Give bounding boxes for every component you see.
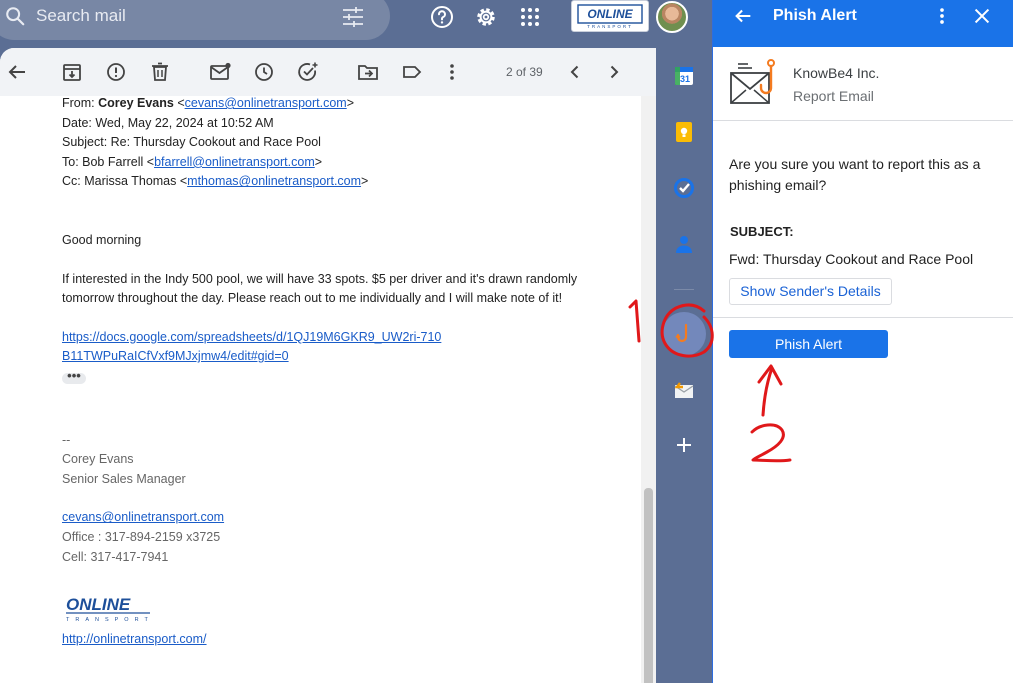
signature-office: Office : 317-894-2159 x3725 <box>62 529 221 544</box>
label-icon[interactable] <box>400 60 424 84</box>
archive-icon[interactable] <box>60 60 84 84</box>
scrollbar-thumb[interactable] <box>644 488 653 683</box>
chevron-left-icon[interactable] <box>563 60 587 84</box>
signature-email-link[interactable]: cevans@onlinetransport.com <box>62 510 224 524</box>
tune-icon[interactable] <box>342 7 364 27</box>
signature-url-wrapper: http://onlinetransport.com/ <box>62 630 622 650</box>
header-to: To: Bob Farrell <bfarrell@onlinetranspor… <box>62 153 622 173</box>
cc-bracket-close: > <box>361 174 369 189</box>
vendor-name: KnowBe4 Inc. <box>793 65 880 81</box>
mail-addon-icon[interactable] <box>672 378 696 402</box>
help-icon[interactable] <box>430 5 454 29</box>
search-bar[interactable]: Search mail <box>0 0 390 40</box>
contacts-icon[interactable] <box>672 232 696 256</box>
tasks-icon[interactable] <box>672 176 696 200</box>
apps-grid-icon[interactable] <box>518 5 542 29</box>
online-transport-logo-image: ONLINE TRANSPORT <box>577 4 643 29</box>
close-icon[interactable] <box>971 5 993 27</box>
from-email-link[interactable]: cevans@onlinetransport.com <box>185 96 347 110</box>
greeting: Good morning <box>62 232 142 247</box>
signature-title: Senior Sales Manager <box>62 471 186 486</box>
from-prefix: From: <box>62 96 99 110</box>
arrow-back-icon[interactable] <box>732 5 754 27</box>
show-trimmed-content-button[interactable]: ••• <box>62 369 86 384</box>
phish-panel-header: Phish Alert <box>713 0 1013 47</box>
email-view: 2 of 39 From: Corey Evans <cevans@online… <box>0 48 656 683</box>
signature-logo-wordmark: ONLINE <box>66 595 131 614</box>
vendor-info: KnowBe4 Inc. Report Email <box>713 48 1013 121</box>
subject-value: Fwd: Thursday Cookout and Race Pool <box>729 251 974 267</box>
signature-logo-image: ONLINE TRANSPORT <box>66 595 154 623</box>
logo-tagline: TRANSPORT <box>587 24 633 29</box>
to-prefix: To: Bob Farrell < <box>62 154 155 169</box>
signature-logo-tagline: TRANSPORT <box>66 617 154 623</box>
add-task-icon[interactable] <box>296 60 320 84</box>
from-name: Corey Evans <box>98 96 174 110</box>
from-bracket-close: > <box>346 96 355 110</box>
signature-email-wrapper: cevans@onlinetransport.com <box>62 508 622 528</box>
header-date: Date: Wed, May 22, 2024 at 10:52 AM <box>62 115 274 130</box>
rail-divider <box>674 289 694 290</box>
spreadsheet-link-wrapper: https://docs.google.com/spreadsheets/d/1… <box>62 328 442 367</box>
to-email-link[interactable]: bfarrell@onlinetransport.com <box>154 155 315 169</box>
cc-prefix: Cc: Marissa Thomas < <box>62 174 188 189</box>
signature-dashes: -- <box>62 432 71 447</box>
signature-cell: Cell: 317-417-7941 <box>62 549 169 564</box>
more-vert-icon[interactable] <box>931 5 953 27</box>
trash-icon[interactable] <box>148 60 172 84</box>
show-sender-details-button[interactable]: Show Sender's Details <box>729 278 892 305</box>
phish-alert-submit-button[interactable]: Phish Alert <box>729 330 888 358</box>
to-bracket-close: > <box>314 154 323 169</box>
email-toolbar: 2 of 39 <box>0 48 656 96</box>
from-bracket-open: < <box>173 96 185 110</box>
signature-url-link[interactable]: http://onlinetransport.com/ <box>62 632 207 646</box>
header-subject: Subject: Re: Thursday Cookout and Race P… <box>62 135 321 150</box>
spreadsheet-link[interactable]: https://docs.google.com/spreadsheets/d/1… <box>62 330 441 364</box>
email-body: From: Corey Evans <cevans@onlinetranspor… <box>62 94 622 649</box>
header-cc: Cc: Marissa Thomas <mthomas@onlinetransp… <box>62 172 622 192</box>
top-bar: Search mail ONLINE TRANSPORT <box>0 0 712 40</box>
body-paragraph: If interested in the Indy 500 pool, we w… <box>62 271 578 306</box>
svg-text:31: 31 <box>680 74 690 84</box>
arrow-back-icon[interactable] <box>5 60 29 84</box>
gear-icon[interactable] <box>474 5 498 29</box>
logo-wordmark: ONLINE <box>587 7 633 21</box>
keep-icon[interactable] <box>672 120 696 144</box>
cc-email-link[interactable]: mthomas@onlinetransport.com <box>187 174 361 188</box>
mark-unread-icon[interactable] <box>208 60 232 84</box>
panel-divider <box>713 317 1013 318</box>
company-logo[interactable]: ONLINE TRANSPORT <box>571 0 649 32</box>
signature-name: Corey Evans <box>62 452 134 467</box>
chevron-right-icon[interactable] <box>602 60 626 84</box>
phish-hook-icon <box>675 323 688 343</box>
calendar-icon[interactable]: 31 <box>672 64 696 88</box>
move-to-icon[interactable] <box>356 60 380 84</box>
subject-label: SUBJECT: <box>730 224 794 239</box>
snooze-clock-icon[interactable] <box>252 60 276 84</box>
plus-icon[interactable] <box>672 433 696 457</box>
knowbe4-envelope-hook-icon <box>730 59 775 104</box>
confirm-question: Are you sure you want to report this as … <box>729 156 981 193</box>
pager-count: 2 of 39 <box>506 65 543 79</box>
search-icon[interactable] <box>4 5 26 27</box>
search-input[interactable]: Search mail <box>36 6 126 26</box>
header-from: From: Corey Evans <cevans@onlinetranspor… <box>62 94 622 114</box>
avatar[interactable] <box>656 1 688 33</box>
report-spam-icon[interactable] <box>104 60 128 84</box>
phish-alert-panel: Phish Alert KnowBe4 Inc. Report Email Ar… <box>712 0 1013 683</box>
vendor-subtitle: Report Email <box>793 88 874 104</box>
more-vert-icon[interactable] <box>440 60 464 84</box>
phish-panel-title: Phish Alert <box>773 7 857 24</box>
